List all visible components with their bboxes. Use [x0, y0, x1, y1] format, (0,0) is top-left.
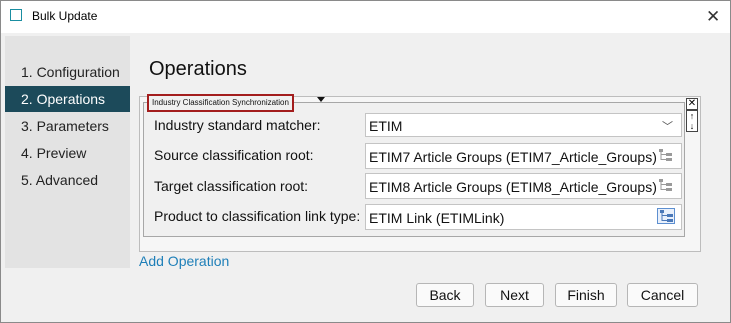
- sidebar-item-parameters[interactable]: 3. Parameters: [5, 113, 130, 139]
- source-classification-root-label: Source classification root:: [154, 147, 314, 163]
- link-type-field[interactable]: ETIM Link (ETIMLink): [365, 204, 682, 230]
- sidebar-item-operations[interactable]: 2. Operations: [5, 86, 130, 112]
- next-button[interactable]: Next: [485, 283, 544, 307]
- link-type-label: Product to classification link type:: [154, 208, 361, 224]
- select-value: ETIM: [369, 118, 403, 134]
- app-icon: [10, 9, 22, 21]
- sidebar-item-advanced[interactable]: 5. Advanced: [5, 167, 130, 193]
- close-icon[interactable]: ✕: [706, 7, 720, 27]
- bulk-update-window: Bulk Update ✕ 1. Configuration 2. Operat…: [0, 0, 731, 323]
- tree-picker-icon[interactable]: [657, 208, 675, 224]
- chevron-down-icon: ﹀: [662, 121, 673, 133]
- wizard-steps-sidebar: 1. Configuration 2. Operations 3. Parame…: [5, 36, 130, 268]
- sidebar-item-configuration[interactable]: 1. Configuration: [5, 59, 130, 85]
- field-value: ETIM Link (ETIMLink): [369, 210, 505, 226]
- finish-button[interactable]: Finish: [555, 283, 617, 307]
- sidebar-item-label: 4. Preview: [21, 145, 87, 161]
- page-title: Operations: [149, 58, 247, 80]
- add-operation-link[interactable]: Add Operation: [139, 253, 229, 269]
- sidebar-item-label: 3. Parameters: [21, 118, 109, 134]
- source-classification-root-field[interactable]: ETIM7 Article Groups (ETIM7_Article_Grou…: [365, 143, 682, 169]
- target-classification-root-field[interactable]: ETIM8 Article Groups (ETIM8_Article_Grou…: [365, 173, 682, 199]
- group-menu-arrow-icon[interactable]: [317, 97, 325, 102]
- industry-standard-matcher-label: Industry standard matcher:: [154, 117, 321, 133]
- back-button[interactable]: Back: [416, 283, 474, 307]
- sidebar-item-label: 5. Advanced: [21, 172, 99, 188]
- window-title: Bulk Update: [32, 9, 98, 23]
- sidebar-item-preview[interactable]: 4. Preview: [5, 140, 130, 166]
- field-value: ETIM7 Article Groups (ETIM7_Article_Grou…: [369, 149, 657, 165]
- target-classification-root-label: Target classification root:: [154, 178, 309, 194]
- tree-picker-icon[interactable]: [657, 178, 675, 194]
- move-operation-icon[interactable]: ↑ ↓: [686, 110, 698, 132]
- title-bar: Bulk Update ✕: [1, 1, 730, 33]
- sidebar-item-label: 1. Configuration: [21, 64, 120, 80]
- operation-group-label: Industry Classification Synchronization: [147, 94, 294, 112]
- remove-operation-icon[interactable]: ✕: [686, 98, 698, 110]
- field-value: ETIM8 Article Groups (ETIM8_Article_Grou…: [369, 179, 657, 195]
- cancel-button[interactable]: Cancel: [627, 283, 698, 307]
- tree-picker-icon[interactable]: [657, 148, 675, 164]
- industry-standard-matcher-select[interactable]: ETIM ﹀: [365, 113, 682, 137]
- sidebar-item-label: 2. Operations: [21, 91, 106, 107]
